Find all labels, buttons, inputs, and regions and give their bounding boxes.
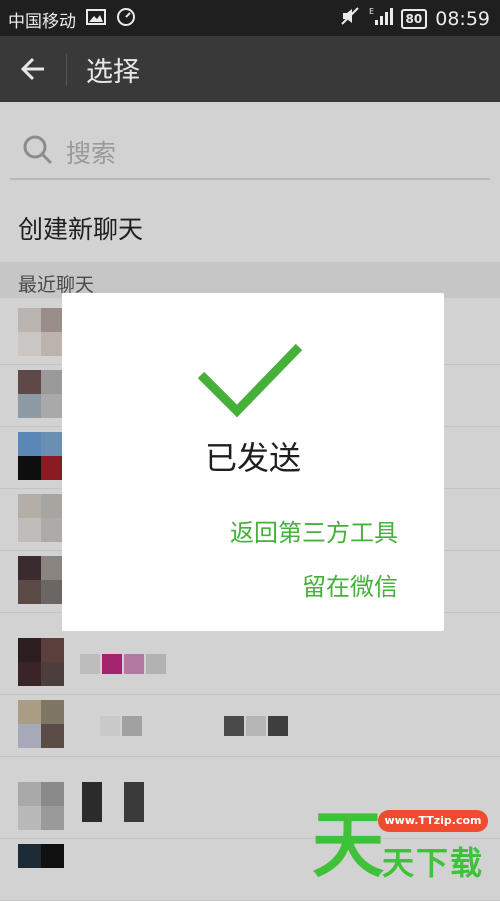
avatar: [18, 308, 64, 356]
search-input[interactable]: 搜索: [66, 134, 116, 170]
sent-dialog: 已发送 返回第三方工具 留在微信: [62, 293, 444, 631]
back-button[interactable]: [14, 50, 54, 88]
avatar: [18, 844, 64, 892]
back-arrow-icon: [20, 57, 44, 81]
list-item[interactable]: [0, 632, 500, 695]
return-to-third-party-button[interactable]: 返回第三方工具: [230, 513, 398, 548]
svg-text:E: E: [369, 7, 374, 16]
watermark-text: 天下载: [382, 844, 485, 882]
avatar: [18, 638, 64, 686]
page-title: 选择: [86, 57, 140, 88]
carrier-name: 中国移动: [8, 12, 76, 32]
speed-notification-icon: [116, 7, 136, 32]
watermark-logo-char: 天: [312, 803, 385, 887]
status-bar: 中国移动 E 80 08:59: [0, 0, 500, 36]
image-notification-icon: [86, 9, 106, 30]
clock: 08:59: [435, 7, 490, 30]
app-bar: 选择: [0, 36, 500, 102]
list-item[interactable]: [0, 694, 500, 757]
stay-in-wechat-button[interactable]: 留在微信: [302, 567, 398, 602]
avatar: [18, 494, 64, 542]
watermark-url: www.TTzip.com: [378, 810, 488, 832]
battery-indicator: 80: [400, 8, 428, 29]
create-new-chat-item[interactable]: 创建新聊天: [18, 210, 143, 246]
search-underline: [10, 178, 490, 180]
appbar-divider: [66, 54, 67, 86]
avatar: [18, 432, 64, 480]
site-watermark: 天 www.TTzip.com 天下载: [308, 800, 500, 890]
search-icon: [22, 134, 54, 170]
avatar: [18, 782, 64, 830]
checkmark-icon: [197, 343, 303, 418]
mute-icon: [339, 6, 361, 31]
avatar: [18, 700, 64, 748]
avatar: [18, 556, 64, 604]
search-bar[interactable]: 搜索: [0, 102, 500, 192]
avatar: [18, 370, 64, 418]
signal-icon: E: [369, 6, 393, 31]
dialog-status-text: 已发送: [204, 439, 301, 477]
